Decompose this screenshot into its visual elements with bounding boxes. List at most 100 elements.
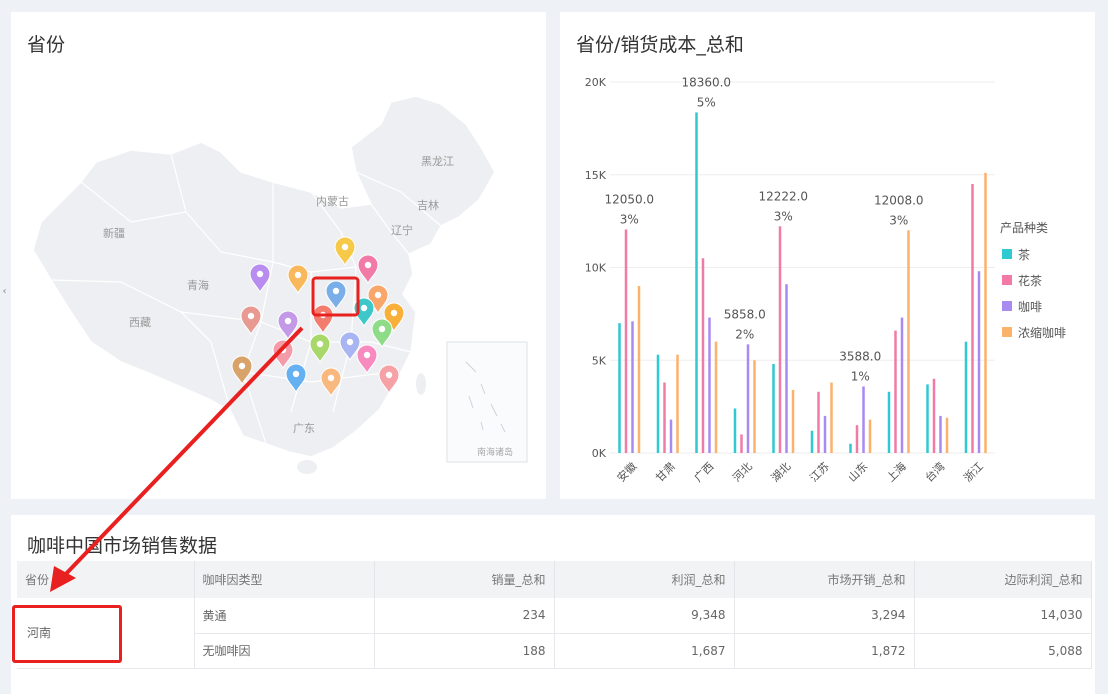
bar[interactable] [624,229,628,453]
data-label-value: 12050.0 [604,192,654,206]
x-tick-label: 浙江 [961,460,986,485]
legend-label: 浓缩咖啡 [1018,325,1066,340]
legend-label: 咖啡 [1018,299,1042,314]
data-label-percent: 3% [774,209,793,223]
bar-chart[interactable]: 0K 5K 10K 15K 20K 安徽 甘肃 广西 河北 湖北 江苏 山东 上海 台湾 浙江 12050… [560,12,1095,499]
legend-swatch [1002,275,1012,285]
region-label: 内蒙古 [316,194,349,208]
legend-item[interactable]: 茶 [1002,247,1030,262]
region-label: 吉林 [417,198,439,212]
chart-panel: 省份/销货成本_总和 0K 5K 10K 15K 20K 安徽 甘肃 广西 河北 湖北 江苏 山东上… [560,12,1095,499]
bar[interactable] [618,323,621,453]
column-header[interactable]: 市场开销_总和 [734,561,915,598]
bar[interactable] [817,391,820,453]
bar[interactable] [714,341,718,453]
bar[interactable] [939,415,942,453]
table-row: 河南 黄通 234 9,348 3,294 14,030 [17,598,1092,669]
bar[interactable] [907,230,910,453]
bar[interactable] [695,112,698,453]
bar[interactable] [631,321,634,453]
bar[interactable] [791,389,795,453]
bar[interactable] [785,284,788,453]
table-cell: 5,088 [914,633,1092,669]
bar[interactable] [656,354,660,453]
data-label-percent: 3% [889,213,908,227]
bar[interactable] [740,434,743,453]
bar[interactable] [964,341,968,453]
x-tick-label: 广西 [692,460,717,485]
table-cell: 1,687 [554,633,735,669]
bar[interactable] [733,408,737,453]
table-cell: 1,872 [734,633,915,669]
table-panel: 咖啡中国市场销售数据 省份 咖啡因类型 销量_总和 利润_总和 市场开销_总和 … [11,515,1095,694]
bar[interactable] [708,317,711,453]
column-header[interactable]: 利润_总和 [554,561,735,598]
hainan-island [297,460,317,474]
bar[interactable] [977,271,981,453]
legend-swatch [1002,249,1012,259]
table-cell: 无咖啡因 [194,633,375,669]
column-header[interactable]: 销量_总和 [374,561,555,598]
legend-label: 花茶 [1018,273,1042,288]
legend-item[interactable]: 浓缩咖啡 [1002,325,1066,340]
bar[interactable] [868,419,872,453]
china-map[interactable]: 南海诸岛 黑龙江 吉林 内蒙古 辽宁 新疆 青海 西藏 广东 [11,12,546,499]
south-china-sea-inset [446,341,528,463]
bar[interactable] [637,286,641,453]
bar[interactable] [926,384,929,453]
data-label-percent: 5% [697,95,716,109]
bar[interactable] [772,363,775,453]
data-label-value: 3588.0 [839,349,881,363]
bar[interactable] [894,330,897,453]
column-header[interactable]: 咖啡因类型 [194,561,375,598]
bar[interactable] [778,226,782,453]
x-tick-label: 台湾 [922,459,947,484]
collapse-handle[interactable]: ‹ [0,283,9,301]
legend-item[interactable]: 咖啡 [1002,299,1042,314]
bar[interactable] [663,382,666,453]
column-header[interactable]: 边际利润_总和 [914,561,1092,598]
data-label-percent: 3% [620,212,639,226]
y-tick-label: 5K [592,354,607,367]
region-label: 辽宁 [391,223,413,237]
bar[interactable] [849,443,852,453]
table-header-row: 省份 咖啡因类型 销量_总和 利润_总和 市场开销_总和 边际利润_总和 [17,561,1092,598]
x-tick-label: 安徽 [614,459,639,484]
bar[interactable] [676,354,679,453]
y-tick-label: 10K [585,262,607,275]
bar[interactable] [753,360,756,453]
x-tick-label: 河北 [730,460,755,485]
region-label: 黑龙江 [421,155,454,168]
data-label-value: 12008.0 [874,193,924,207]
data-label-percent: 1% [851,369,870,383]
taiwan-island [416,373,426,395]
legend-swatch [1002,327,1012,337]
legend-label: 茶 [1018,247,1030,262]
x-tick-label: 江苏 [807,460,832,485]
bar[interactable] [932,378,936,453]
bar[interactable] [855,425,859,453]
y-tick-label: 20K [585,76,607,89]
region-label: 广东 [293,422,315,435]
legend-swatch [1002,301,1012,311]
bar[interactable] [823,415,827,453]
table-cell: 188 [374,633,555,669]
data-label-value: 5858.0 [724,307,766,321]
data-label-percent: 2% [735,327,754,341]
bar[interactable] [746,344,750,453]
bar[interactable] [669,419,673,453]
bar[interactable] [810,430,814,453]
bar[interactable] [701,258,705,453]
table-cell: 黄通 [194,598,375,634]
legend-item[interactable]: 花茶 [1002,273,1042,288]
bar[interactable] [830,382,833,453]
bar[interactable] [900,317,904,453]
x-tick-label: 山东 [846,460,871,485]
bar[interactable] [984,172,987,453]
table-cell: 14,030 [914,598,1092,634]
bar[interactable] [971,184,974,453]
bar[interactable] [887,391,891,453]
column-header[interactable]: 省份 [17,561,195,598]
bar[interactable] [862,386,865,453]
bar[interactable] [945,417,949,453]
